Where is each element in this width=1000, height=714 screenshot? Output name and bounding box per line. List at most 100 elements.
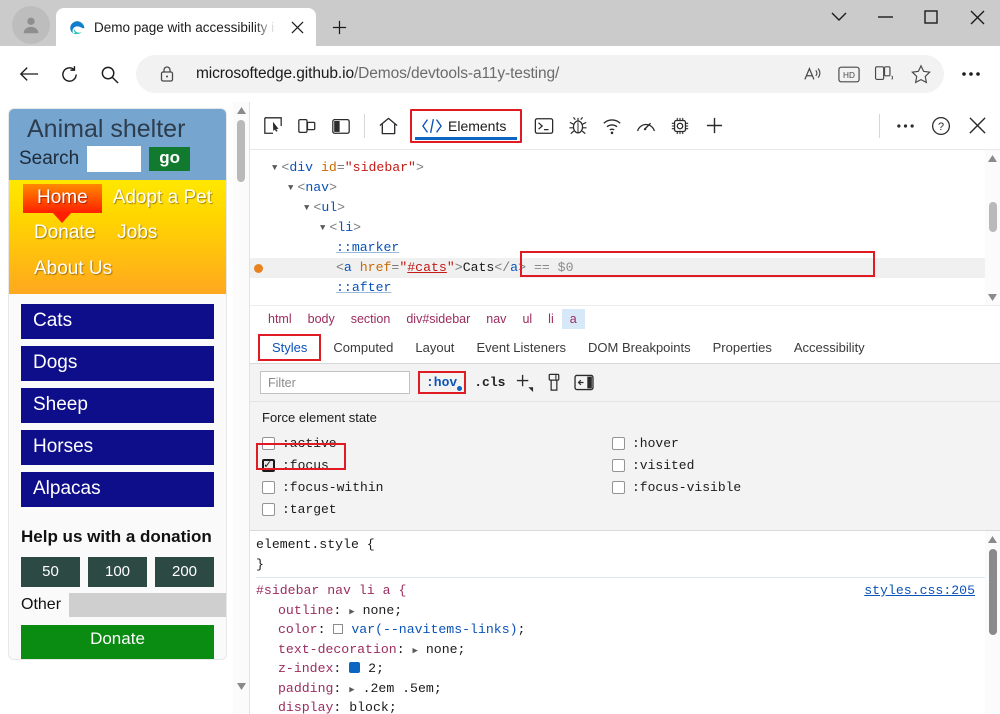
more-tools-icon[interactable]	[888, 109, 922, 143]
hd-icon[interactable]: HD	[832, 57, 866, 91]
site-info-lock-icon[interactable]	[150, 57, 184, 91]
tab-close-icon[interactable]	[284, 14, 310, 40]
browser-settings-button[interactable]	[952, 55, 990, 93]
breakpoint-dot-icon[interactable]	[254, 264, 263, 273]
animal-link-alpacas[interactable]: Alpacas	[21, 472, 214, 507]
animal-link-dogs[interactable]: Dogs	[21, 346, 214, 381]
nav-item-home[interactable]: Home	[23, 184, 102, 213]
console-icon[interactable]	[527, 109, 561, 143]
page-scrollbar[interactable]	[233, 102, 249, 714]
page-scroll-up-arrow[interactable]	[233, 102, 249, 118]
css-rules-scrollbar[interactable]	[985, 531, 1000, 714]
css-val-outline[interactable]: none	[363, 603, 395, 618]
close-devtools-icon[interactable]	[960, 109, 994, 143]
force-state-visited[interactable]: :visited	[612, 454, 962, 476]
breadcrumb-nav[interactable]: nav	[478, 309, 514, 329]
breadcrumb-html[interactable]: html	[260, 309, 300, 329]
css-val-z-index[interactable]: 2	[368, 661, 376, 676]
performance-icon[interactable]	[629, 109, 663, 143]
search-go-button[interactable]: go	[149, 147, 190, 171]
search-input[interactable]	[87, 146, 141, 172]
window-close-button[interactable]	[954, 0, 1000, 34]
read-aloud-icon[interactable]	[796, 57, 830, 91]
animal-link-sheep[interactable]: Sheep	[21, 388, 214, 423]
css-decl-outline[interactable]: outline: ▶ none;	[256, 601, 985, 621]
tab-actions-chevron[interactable]	[816, 0, 862, 34]
tab-layout[interactable]: Layout	[405, 334, 464, 361]
css-val-padding[interactable]: .2em .5em	[363, 681, 434, 696]
css-scroll-thumb[interactable]	[989, 549, 997, 635]
toggle-computed-sidebar-icon[interactable]	[573, 372, 595, 394]
css-rule-sidebar-nav-selector[interactable]: #sidebar nav li a { styles.css:205	[256, 581, 985, 601]
expand-triangle-icon[interactable]: ▼	[272, 158, 277, 178]
checkbox-focus-visible[interactable]	[612, 481, 625, 494]
animal-link-cats[interactable]: Cats	[21, 304, 214, 339]
nav-item-adopt-a-pet[interactable]: Adopt a Pet	[102, 184, 223, 213]
css-decl-display[interactable]: display: block;	[256, 698, 985, 714]
home-icon[interactable]	[371, 109, 405, 143]
color-picker-icon[interactable]	[543, 372, 565, 394]
css-rules-panel[interactable]: element.style { } #sidebar nav li a { st…	[250, 531, 1000, 714]
browser-tab[interactable]: Demo page with accessibility issu	[56, 8, 316, 46]
force-state-focus-visible[interactable]: :focus-visible	[612, 476, 962, 498]
immersive-reader-icon[interactable]	[868, 57, 902, 91]
minimize-button[interactable]	[862, 0, 908, 34]
dom-row-nav[interactable]: ▼<nav>	[250, 178, 985, 198]
favorite-star-icon[interactable]	[904, 57, 938, 91]
refresh-button[interactable]	[50, 55, 88, 93]
css-decl-text-decoration[interactable]: text-decoration: ▶ none;	[256, 640, 985, 660]
breadcrumb-a[interactable]: a	[562, 309, 585, 329]
css-decl-padding[interactable]: padding: ▶ .2em .5em;	[256, 679, 985, 699]
breadcrumb-ul[interactable]: ul	[514, 309, 540, 329]
expand-triangle-icon[interactable]: ▼	[304, 198, 309, 218]
css-val-color[interactable]: var(--navitems-links)	[351, 622, 517, 637]
css-scroll-up-arrow[interactable]	[985, 531, 1000, 547]
nav-item-about-us[interactable]: About Us	[23, 255, 123, 284]
help-icon[interactable]: ?	[924, 109, 958, 143]
device-emulation-icon[interactable]	[290, 109, 324, 143]
search-button[interactable]	[90, 55, 128, 93]
donate-submit-button[interactable]: Donate	[21, 625, 214, 659]
network-icon[interactable]	[595, 109, 629, 143]
new-style-rule-icon[interactable]	[513, 372, 535, 394]
color-swatch-icon[interactable]	[333, 624, 343, 634]
dom-row-anchor-cats[interactable]: <a href="#cats">Cats</a> == $0	[250, 258, 985, 278]
debugger-icon[interactable]	[561, 109, 595, 143]
tab-styles[interactable]: Styles	[258, 334, 321, 361]
back-button[interactable]	[10, 55, 48, 93]
css-val-text-decoration[interactable]: none	[426, 642, 458, 657]
dom-scroll-down-arrow[interactable]	[985, 289, 1000, 305]
element-classes-button[interactable]: .cls	[474, 375, 505, 390]
css-val-display[interactable]: block	[349, 700, 389, 714]
tab-event-listeners[interactable]: Event Listeners	[466, 334, 576, 361]
donation-amount-50[interactable]: 50	[21, 557, 80, 587]
force-state-hov-button[interactable]: :hov	[418, 371, 466, 394]
url-bar[interactable]: microsoftedge.github.io/Demos/devtools-a…	[136, 55, 944, 93]
force-state-focus-within[interactable]: :focus-within	[262, 476, 612, 498]
checkbox-hover[interactable]	[612, 437, 625, 450]
dom-row-clipped[interactable]: </main>	[250, 150, 985, 158]
nav-item-donate[interactable]: Donate	[23, 219, 106, 248]
dom-tree-panel[interactable]: </main> ▼<div id="sidebar"> ▼<nav> ▼<ul>…	[250, 150, 1000, 305]
memory-icon[interactable]	[663, 109, 697, 143]
force-state-hover[interactable]: :hover	[612, 432, 962, 454]
checkbox-active[interactable]	[262, 437, 275, 450]
checkbox-visited[interactable]	[612, 459, 625, 472]
styles-filter-input[interactable]: Filter	[260, 371, 410, 394]
dom-row-marker-pseudo[interactable]: ::marker	[250, 238, 985, 258]
css-decl-color[interactable]: color: var(--navitems-links);	[256, 620, 985, 640]
dom-row-div-sidebar[interactable]: ▼<div id="sidebar">	[250, 158, 985, 178]
donation-other-input[interactable]	[69, 593, 227, 617]
tab-elements[interactable]: Elements	[410, 109, 522, 143]
checkbox-target[interactable]	[262, 503, 275, 516]
add-tool-icon[interactable]	[697, 109, 731, 143]
new-tab-button[interactable]	[322, 10, 356, 44]
checkbox-focus-within[interactable]	[262, 481, 275, 494]
profile-avatar[interactable]	[12, 6, 50, 44]
dock-side-icon[interactable]	[324, 109, 358, 143]
donation-amount-200[interactable]: 200	[155, 557, 214, 587]
expand-triangle-icon[interactable]: ▼	[288, 178, 293, 198]
tab-accessibility[interactable]: Accessibility	[784, 334, 875, 361]
breadcrumb-section[interactable]: section	[343, 309, 399, 329]
layer-cube-icon[interactable]	[349, 662, 360, 673]
